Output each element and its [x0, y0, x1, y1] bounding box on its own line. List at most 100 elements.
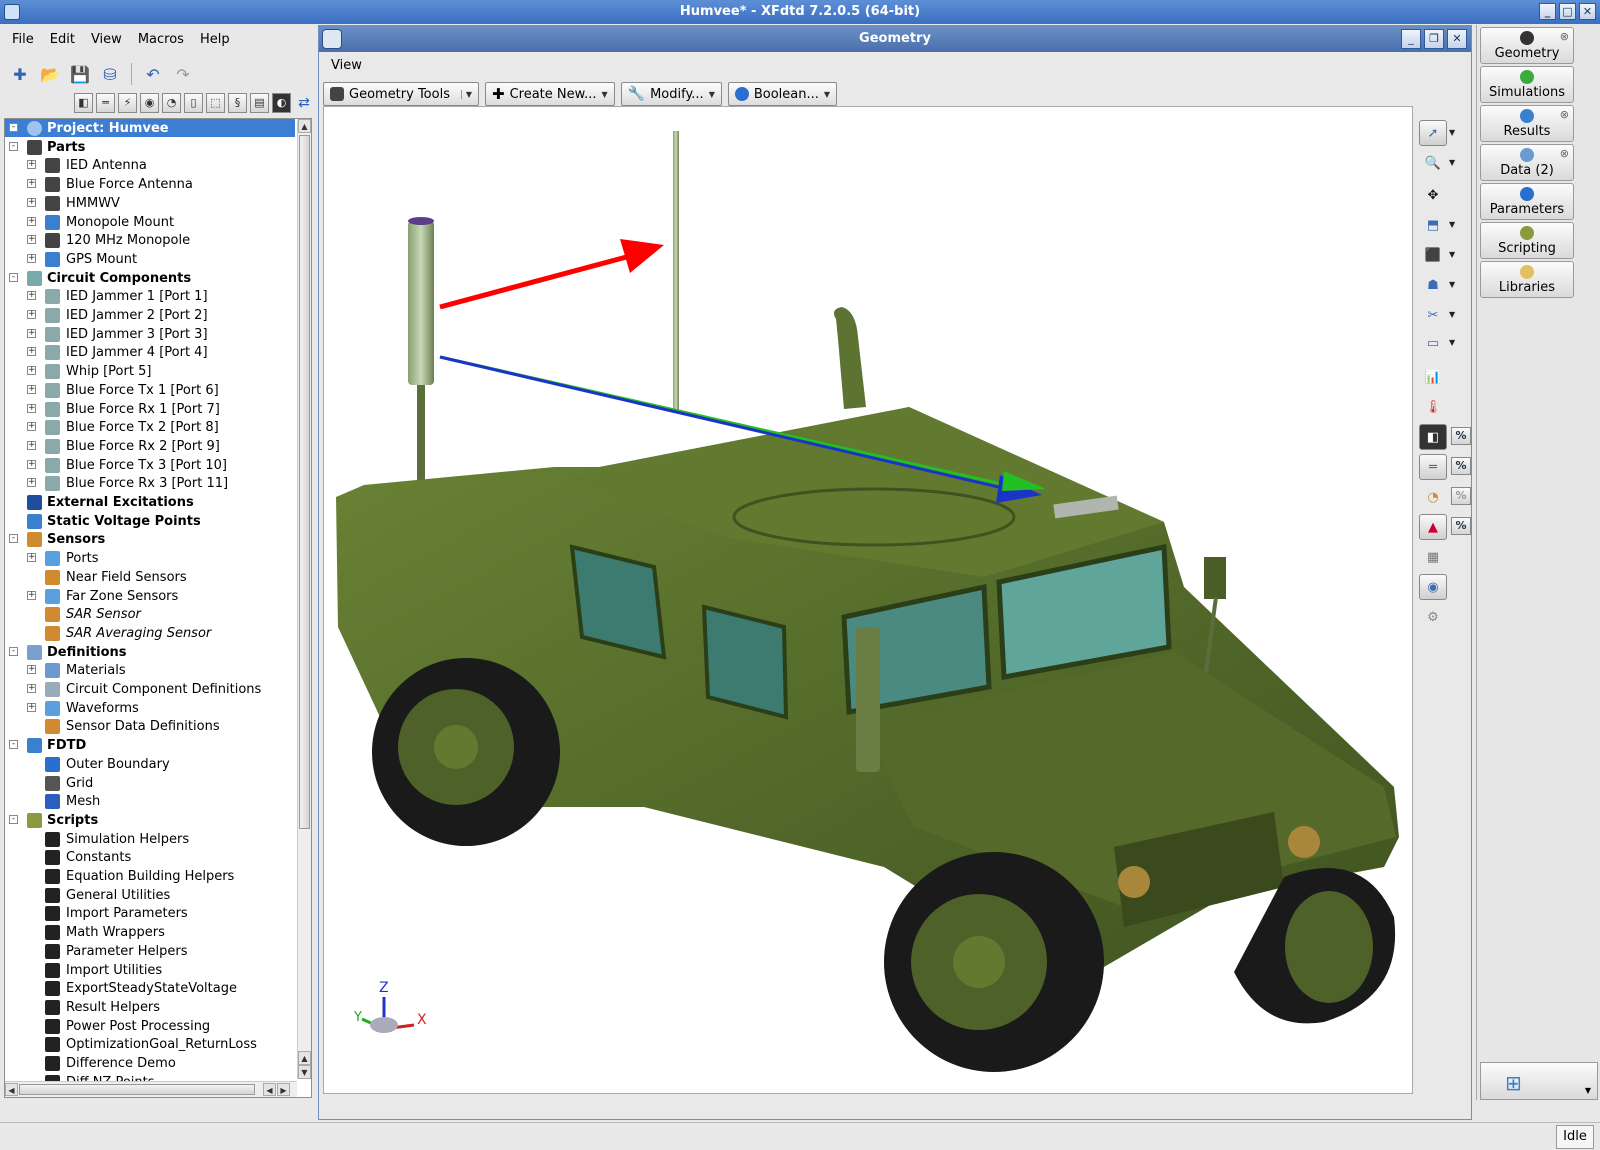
chevron-down-icon[interactable]: ▼ [1449, 250, 1455, 259]
filter-excitation-icon[interactable]: ⚡ [118, 93, 137, 113]
scroll-up-arrow[interactable]: ▲ [298, 119, 311, 133]
collapse-toggle[interactable]: - [9, 646, 18, 656]
collapse-toggle[interactable]: - [9, 141, 18, 151]
scroll-left-arrow-right[interactable]: ◀ [263, 1083, 276, 1096]
scroll-thumb[interactable] [299, 135, 310, 829]
3d-viewport[interactable]: Z Y X [323, 106, 1413, 1094]
expand-toggle[interactable]: + [27, 440, 36, 450]
geometry-restore-button[interactable]: ❐ [1424, 29, 1444, 49]
expand-toggle[interactable]: + [27, 403, 36, 413]
circuit-visibility-icon[interactable]: ═ [1419, 454, 1447, 480]
expand-toggle[interactable]: + [27, 384, 36, 394]
boolean-dropdown[interactable]: Boolean... ▼ [727, 82, 838, 106]
expand-toggle[interactable]: + [27, 422, 36, 432]
select-arrow-icon[interactable]: ➚ [1419, 120, 1447, 146]
layout-button[interactable]: ⊞ ▼ [1480, 1062, 1598, 1100]
filter-sensor-icon[interactable]: ◔ [162, 93, 181, 113]
chevron-down-icon[interactable]: ▼ [1449, 338, 1455, 347]
close-icon[interactable]: ⊗ [1560, 147, 1569, 160]
sensor-visibility-icon[interactable]: ◔ [1419, 484, 1447, 510]
expand-toggle[interactable]: + [27, 291, 36, 301]
parts-opacity-button[interactable]: % [1451, 427, 1471, 445]
filter-parts-icon[interactable]: ◧ [74, 93, 93, 113]
render-mode-icon[interactable]: ⬛ [1419, 242, 1447, 268]
circuit-opacity-button[interactable]: % [1451, 457, 1471, 475]
collapse-toggle[interactable]: - [9, 272, 18, 282]
expand-toggle[interactable]: + [27, 253, 36, 263]
close-icon[interactable]: ⊗ [1560, 108, 1569, 121]
expand-toggle[interactable]: + [27, 310, 36, 319]
dock-tab-parameters[interactable]: Parameters [1480, 183, 1574, 220]
expand-toggle[interactable]: + [27, 665, 36, 675]
scroll-up-arrow-bottom[interactable]: ▲ [298, 1051, 311, 1065]
minimize-button[interactable]: _ [1539, 3, 1556, 20]
scroll-right-arrow[interactable]: ▶ [277, 1083, 290, 1096]
plane-icon[interactable]: ▭ [1419, 330, 1447, 356]
menu-edit[interactable]: Edit [50, 32, 75, 48]
chart-icon[interactable]: 📊 [1419, 364, 1447, 390]
expand-toggle[interactable]: + [27, 590, 36, 600]
menu-macros[interactable]: Macros [138, 32, 184, 48]
maximize-button[interactable]: □ [1559, 3, 1576, 20]
settings-icon[interactable]: ⚙ [1419, 604, 1447, 630]
chevron-down-icon[interactable]: ▼ [1449, 280, 1455, 289]
chevron-down-icon[interactable]: ▼ [1449, 158, 1455, 167]
expand-toggle[interactable]: + [27, 160, 36, 170]
undo-icon[interactable]: ↶ [141, 62, 165, 86]
chevron-down-icon[interactable]: ▼ [1449, 128, 1455, 137]
menu-help[interactable]: Help [200, 32, 230, 48]
filter-fdtd-icon[interactable]: ⬚ [206, 93, 225, 113]
expand-toggle[interactable]: + [27, 216, 36, 226]
dock-tab-geometry[interactable]: Geometry ⊗ [1480, 27, 1574, 64]
expand-toggle[interactable]: + [27, 684, 36, 693]
close-button[interactable]: ✕ [1579, 3, 1596, 20]
menu-view[interactable]: View [91, 32, 122, 48]
expand-toggle[interactable]: + [27, 179, 36, 189]
expand-toggle[interactable]: + [27, 702, 36, 712]
expand-toggle[interactable]: + [27, 235, 36, 245]
expand-toggle[interactable]: + [27, 347, 36, 357]
filter-definitions-icon[interactable]: ▯ [184, 93, 203, 113]
lighting-icon[interactable]: ☗ [1419, 272, 1447, 298]
chevron-down-icon[interactable]: ▼ [1449, 310, 1455, 319]
save-as-icon[interactable]: ⛁ [98, 62, 122, 86]
tree-vertical-scrollbar[interactable]: ▲ ▲ ▼ [297, 119, 311, 1079]
sync-icon[interactable]: ⇄ [294, 93, 314, 113]
sensor-opacity-button[interactable]: % [1451, 487, 1471, 505]
dock-tab-data[interactable]: Data (2) ⊗ [1480, 144, 1574, 181]
filter-grid-icon[interactable]: ▤ [250, 93, 269, 113]
close-icon[interactable]: ⊗ [1560, 30, 1569, 43]
collapse-toggle[interactable]: - [9, 534, 18, 544]
geometry-minimize-button[interactable]: _ [1401, 29, 1421, 49]
collapse-toggle[interactable]: - [9, 123, 18, 132]
collapse-toggle[interactable]: - [9, 740, 18, 750]
dock-tab-libraries[interactable]: Libraries [1480, 261, 1574, 298]
hscroll-thumb[interactable] [19, 1084, 255, 1095]
expand-toggle[interactable]: + [27, 553, 36, 563]
mesh-visibility-icon[interactable]: ▦ [1419, 544, 1447, 570]
expand-toggle[interactable]: + [27, 459, 36, 469]
field-visibility-icon[interactable]: ▲ [1419, 514, 1447, 540]
filter-circuit-icon[interactable]: ═ [96, 93, 115, 113]
thermometer-icon[interactable]: 🌡 [1419, 394, 1447, 420]
open-project-icon[interactable]: 📂 [38, 62, 62, 86]
filter-all-icon[interactable]: ◐ [272, 93, 291, 113]
clip-icon[interactable]: ✂ [1419, 302, 1447, 328]
field-opacity-button[interactable]: % [1451, 517, 1471, 535]
modify-dropdown[interactable]: 🔧 Modify... ▼ [620, 82, 722, 106]
menu-file[interactable]: File [12, 32, 34, 48]
zoom-icon[interactable]: 🔍 [1419, 150, 1447, 176]
scroll-down-arrow[interactable]: ▼ [298, 1065, 311, 1079]
geometry-close-button[interactable]: ✕ [1447, 29, 1467, 49]
redo-icon[interactable]: ↷ [171, 62, 195, 86]
dock-tab-scripting[interactable]: Scripting [1480, 222, 1574, 259]
dock-tab-results[interactable]: Results ⊗ [1480, 105, 1574, 142]
expand-toggle[interactable]: + [27, 478, 36, 488]
save-icon[interactable]: 💾 [68, 62, 92, 86]
geometry-window-icon[interactable] [322, 29, 342, 49]
create-new-dropdown[interactable]: ✚ Create New... ▼ [485, 82, 615, 106]
parts-visibility-icon[interactable]: ◧ [1419, 424, 1447, 450]
collapse-toggle[interactable]: - [9, 814, 18, 824]
view-cube-icon[interactable]: ⬒ [1419, 212, 1447, 238]
camera-icon[interactable]: ◉ [1419, 574, 1447, 600]
